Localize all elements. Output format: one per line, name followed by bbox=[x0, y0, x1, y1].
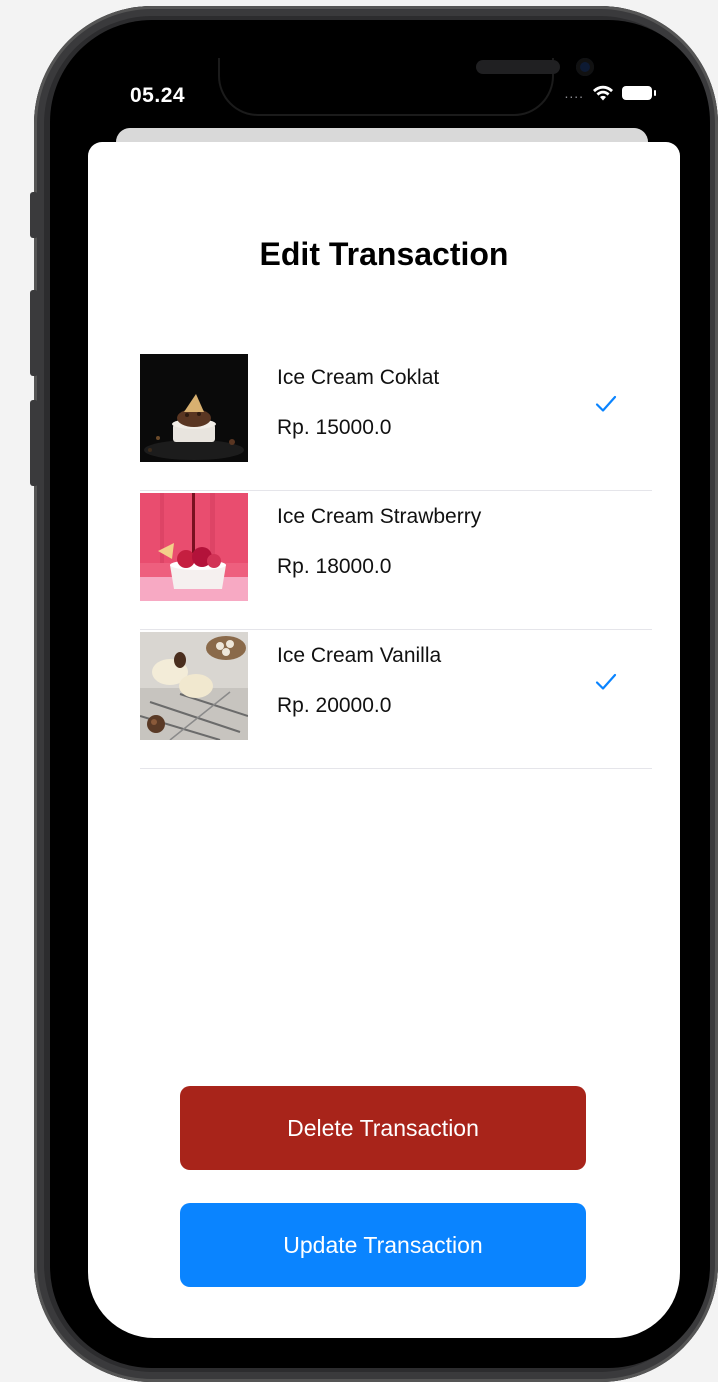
transaction-item-list: Ice Cream Coklat Rp. 15000.0 Ice Cream S… bbox=[140, 354, 652, 771]
front-camera bbox=[576, 58, 594, 76]
silent-switch bbox=[30, 192, 38, 238]
item-name: Ice Cream Vanilla bbox=[277, 644, 442, 667]
page-title: Edit Transaction bbox=[259, 236, 509, 272]
status-time: 05.24 bbox=[130, 84, 186, 107]
checkmark-icon bbox=[595, 395, 617, 412]
delete-transaction-button[interactable]: Delete Transaction bbox=[180, 1086, 586, 1170]
list-item-vanilla[interactable]: Ice Cream Vanilla Rp. 20000.0 bbox=[140, 632, 652, 769]
update-transaction-button[interactable]: Update Transaction bbox=[180, 1203, 586, 1287]
volume-down-button bbox=[30, 400, 38, 486]
item-price: Rp. 18000.0 bbox=[277, 555, 392, 578]
volume-up-button bbox=[30, 290, 38, 376]
item-price: Rp. 20000.0 bbox=[277, 694, 392, 717]
wifi-icon bbox=[593, 85, 613, 101]
status-icons: .... bbox=[564, 84, 656, 102]
chocolate-ice-cream-photo bbox=[140, 354, 248, 462]
list-item-strawberry[interactable]: Ice Cream Strawberry Rp. 18000.0 bbox=[140, 493, 652, 630]
strawberry-ice-cream-photo bbox=[140, 493, 248, 601]
checkmark-icon bbox=[595, 673, 617, 690]
speaker-grille bbox=[476, 60, 560, 74]
notch bbox=[218, 58, 594, 116]
item-price: Rp. 15000.0 bbox=[277, 416, 392, 439]
item-name: Ice Cream Coklat bbox=[277, 366, 440, 389]
vanilla-ice-cream-photo bbox=[140, 632, 248, 740]
phone-screen: 05.24 .... Edit Transaction Ice Cream Co… bbox=[88, 58, 680, 1338]
item-name: Ice Cream Strawberry bbox=[277, 505, 482, 528]
battery-icon bbox=[622, 86, 656, 100]
edit-transaction-sheet: Edit Transaction Ice Cream Coklat Rp. 15… bbox=[88, 142, 680, 1338]
list-item-coklat[interactable]: Ice Cream Coklat Rp. 15000.0 bbox=[140, 354, 652, 491]
cellular-signal-dots: .... bbox=[564, 85, 584, 101]
